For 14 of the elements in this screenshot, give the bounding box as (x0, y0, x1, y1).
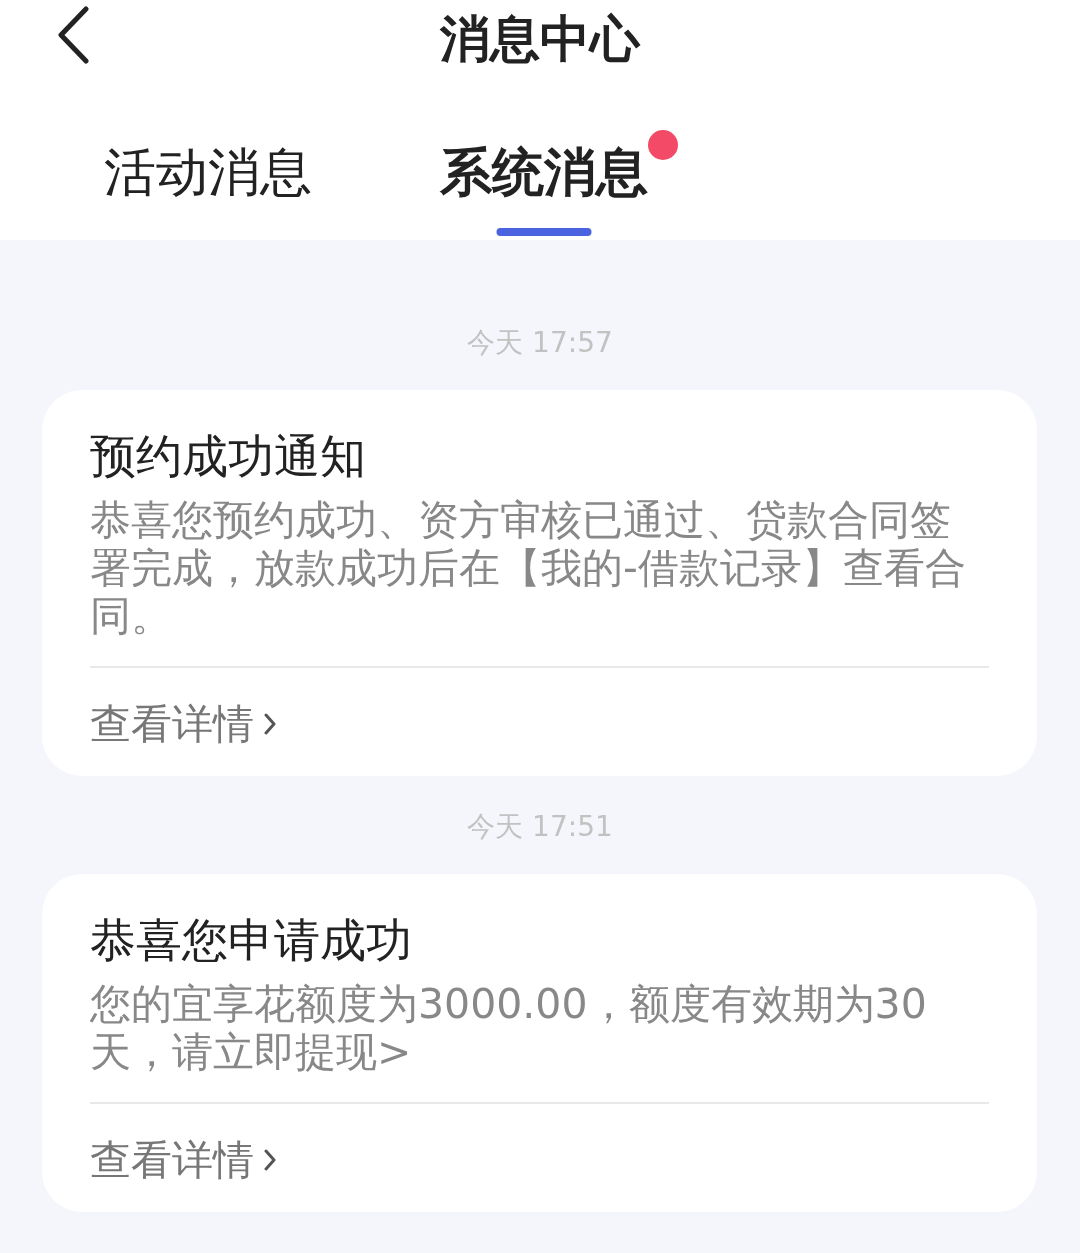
tab[interactable]: 系统消息 (440, 142, 648, 202)
tab[interactable]: 活动消息 (104, 142, 312, 202)
chevron-right-icon (264, 1149, 276, 1171)
message-time: 今天 17:57 (467, 326, 613, 360)
details-link[interactable]: 查看详情 (90, 698, 254, 750)
message-title: 预约成功通知 (90, 428, 367, 485)
page-title: 消息中心 (440, 8, 640, 70)
message-body: 您的宜享花额度为3000.00，额度有效期为30天，请立即提现> (90, 980, 928, 1076)
message-title: 恭喜您申请成功 (90, 912, 413, 969)
back-icon[interactable] (56, 6, 90, 64)
chevron-right-icon (264, 713, 276, 735)
details-link[interactable]: 查看详情 (90, 1134, 254, 1186)
message-body: 恭喜您预约成功、资方审核已通过、贷款合同签署完成，放款成功后在【我的-借款记录】查看合同。 (90, 496, 967, 640)
message-time: 今天 17:51 (467, 810, 613, 844)
